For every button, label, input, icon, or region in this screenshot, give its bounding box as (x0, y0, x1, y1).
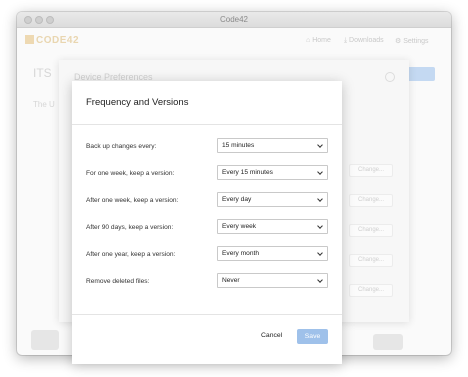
page-subtitle: The U (33, 100, 55, 109)
dialog-footer-divider (72, 314, 342, 315)
app-header: CODE42 ⌂ Home ⤓ Downloads ⚙ Settings (17, 28, 451, 56)
after-90-days-select[interactable]: Every week (217, 219, 328, 234)
device-illustration-icon (31, 330, 59, 350)
select-value: Every 15 minutes (222, 169, 273, 176)
change-button[interactable]: Change... (349, 194, 393, 207)
change-button[interactable]: Change... (349, 224, 393, 237)
window-title: Code42 (219, 15, 249, 24)
chevron-down-icon (317, 169, 323, 175)
page-title: ITS (33, 66, 52, 80)
one-week-version-label: For one week, keep a version: (86, 170, 175, 177)
logo-text: CODE42 (36, 35, 80, 46)
dialog-title: Frequency and Versions (86, 97, 189, 108)
change-button[interactable]: Change... (349, 164, 393, 177)
backup-frequency-select[interactable]: 15 minutes (217, 138, 328, 153)
select-value: 15 minutes (222, 142, 255, 149)
backup-frequency-label: Back up changes every: (86, 143, 157, 150)
chevron-down-icon (317, 142, 323, 148)
nav-downloads[interactable]: ⤓ Downloads (344, 37, 384, 45)
select-value: Never (222, 277, 240, 284)
after-one-week-label: After one week, keep a version: (86, 197, 179, 204)
remove-deleted-select[interactable]: Never (217, 273, 328, 288)
background-primary-button[interactable] (407, 67, 435, 81)
one-week-version-select[interactable]: Every 15 minutes (217, 165, 328, 180)
title-bar: Code42 (17, 12, 451, 28)
after-one-year-label: After one year, keep a version: (86, 251, 176, 258)
cancel-button[interactable]: Cancel (261, 332, 282, 339)
select-value: Every week (222, 223, 257, 230)
nav-downloads-label: Downloads (349, 37, 384, 44)
nav-settings-label: Settings (403, 38, 429, 45)
code42-logo: CODE42 (25, 35, 79, 46)
chevron-down-icon (317, 277, 323, 283)
nav-home[interactable]: ⌂ Home (306, 37, 331, 44)
frequency-versions-dialog: Frequency and Versions Back up changes e… (72, 81, 342, 364)
panel-close-icon[interactable] (385, 72, 395, 82)
chevron-down-icon (317, 223, 323, 229)
change-button[interactable]: Change... (349, 284, 393, 297)
nav-home-label: Home (312, 37, 331, 44)
cloud-illustration-icon (373, 334, 403, 350)
logo-mark-icon (25, 35, 34, 44)
nav-settings[interactable]: ⚙ Settings (395, 37, 429, 45)
chevron-down-icon (317, 250, 323, 256)
change-button[interactable]: Change... (349, 254, 393, 267)
remove-deleted-label: Remove deleted files: (86, 278, 150, 285)
select-value: Every month (222, 250, 260, 257)
chevron-down-icon (317, 196, 323, 202)
save-button[interactable]: Save (297, 329, 328, 344)
after-90-days-label: After 90 days, keep a version: (86, 224, 174, 231)
dialog-divider (72, 124, 342, 125)
after-one-year-select[interactable]: Every month (217, 246, 328, 261)
select-value: Every day (222, 196, 252, 203)
after-one-week-select[interactable]: Every day (217, 192, 328, 207)
